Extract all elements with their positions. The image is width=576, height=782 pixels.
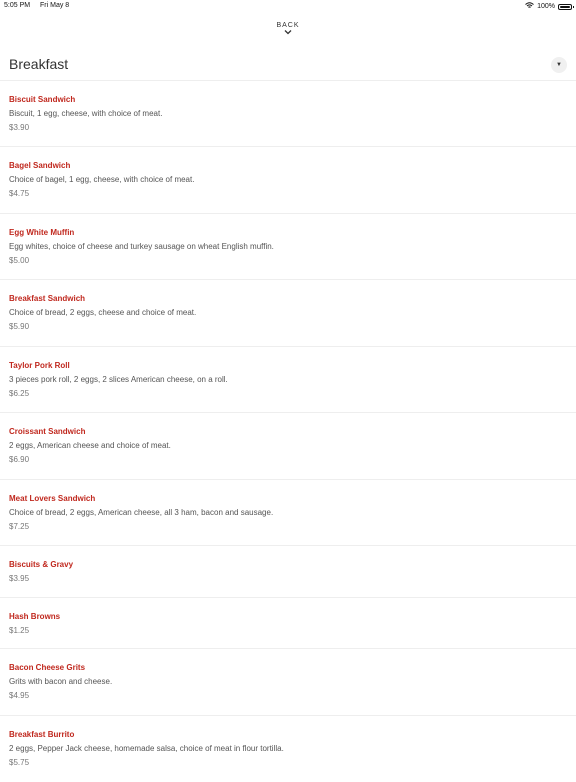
item-name: Bagel Sandwich <box>9 161 71 170</box>
item-name: Meat Lovers Sandwich <box>9 494 96 503</box>
item-name: Taylor Pork Roll <box>9 361 70 370</box>
menu-item[interactable]: Meat Lovers Sandwich Choice of bread, 2 … <box>0 480 576 546</box>
item-description: Egg whites, choice of cheese and turkey … <box>9 242 274 251</box>
status-bar: 5:05 PM Fri May 8 100% <box>0 0 576 12</box>
menu-item[interactable]: Breakfast Sandwich Choice of bread, 2 eg… <box>0 280 576 347</box>
menu-item[interactable]: Taylor Pork Roll 3 pieces pork roll, 2 e… <box>0 347 576 413</box>
item-price: $3.95 <box>9 574 30 583</box>
caret-down-icon: ▼ <box>556 62 562 68</box>
item-price: $3.90 <box>9 123 30 132</box>
status-right: 100% <box>525 2 574 11</box>
menu-item[interactable]: Croissant Sandwich 2 eggs, American chee… <box>0 413 576 480</box>
back-button[interactable]: BACK <box>0 22 576 35</box>
battery-percent: 100% <box>537 3 555 10</box>
item-price: $1.25 <box>9 626 30 635</box>
category-dropdown-button[interactable]: ▼ <box>551 57 567 73</box>
status-date: Fri May 8 <box>40 2 70 9</box>
menu-item[interactable]: Biscuit Sandwich Biscuit, 1 egg, cheese,… <box>0 81 576 147</box>
battery-icon <box>558 3 574 10</box>
item-description: Choice of bagel, 1 egg, cheese, with cho… <box>9 175 195 184</box>
item-name: Hash Browns <box>9 612 61 621</box>
section-header: Breakfast ▼ <box>0 52 576 81</box>
menu-item[interactable]: Biscuits & Gravy $3.95 <box>0 546 576 598</box>
page-title: Breakfast <box>9 56 69 72</box>
item-description: 2 eggs, American cheese and choice of me… <box>9 441 171 450</box>
item-description: Choice of bread, 2 eggs, cheese and choi… <box>9 308 197 317</box>
menu-item[interactable]: Egg White Muffin Egg whites, choice of c… <box>0 214 576 280</box>
item-description: 2 eggs, Pepper Jack cheese, homemade sal… <box>9 744 284 753</box>
item-description: 3 pieces pork roll, 2 eggs, 2 slices Ame… <box>9 375 228 384</box>
menu-item[interactable]: Bacon Cheese Grits Grits with bacon and … <box>0 649 576 716</box>
item-description: Biscuit, 1 egg, cheese, with choice of m… <box>9 109 163 118</box>
item-price: $4.95 <box>9 691 30 700</box>
item-price: $4.75 <box>9 189 30 198</box>
item-name: Breakfast Burrito <box>9 730 75 739</box>
item-name: Breakfast Sandwich <box>9 294 86 303</box>
status-time: 5:05 PM <box>4 2 31 9</box>
menu-item[interactable]: Bagel Sandwich Choice of bagel, 1 egg, c… <box>0 147 576 214</box>
item-price: $5.75 <box>9 758 30 767</box>
item-name: Egg White Muffin <box>9 228 75 237</box>
item-price: $6.25 <box>9 389 30 398</box>
item-name: Biscuits & Gravy <box>9 560 74 569</box>
item-price: $5.90 <box>9 322 30 331</box>
item-description: Choice of bread, 2 eggs, American cheese… <box>9 508 274 517</box>
item-price: $5.00 <box>9 256 30 265</box>
menu-list: Biscuit Sandwich Biscuit, 1 egg, cheese,… <box>0 81 576 782</box>
menu-item[interactable]: Breakfast Burrito 2 eggs, Pepper Jack ch… <box>0 716 576 782</box>
back-label: BACK <box>276 22 300 29</box>
status-left: 5:05 PM Fri May 8 <box>4 2 69 9</box>
item-price: $6.90 <box>9 455 30 464</box>
item-name: Biscuit Sandwich <box>9 95 76 104</box>
chevron-down-icon <box>284 30 292 35</box>
wifi-icon <box>525 2 534 11</box>
item-description: Grits with bacon and cheese. <box>9 677 113 686</box>
menu-item[interactable]: Hash Browns $1.25 <box>0 598 576 649</box>
item-name: Bacon Cheese Grits <box>9 663 86 672</box>
item-price: $7.25 <box>9 522 30 531</box>
item-name: Croissant Sandwich <box>9 427 86 436</box>
